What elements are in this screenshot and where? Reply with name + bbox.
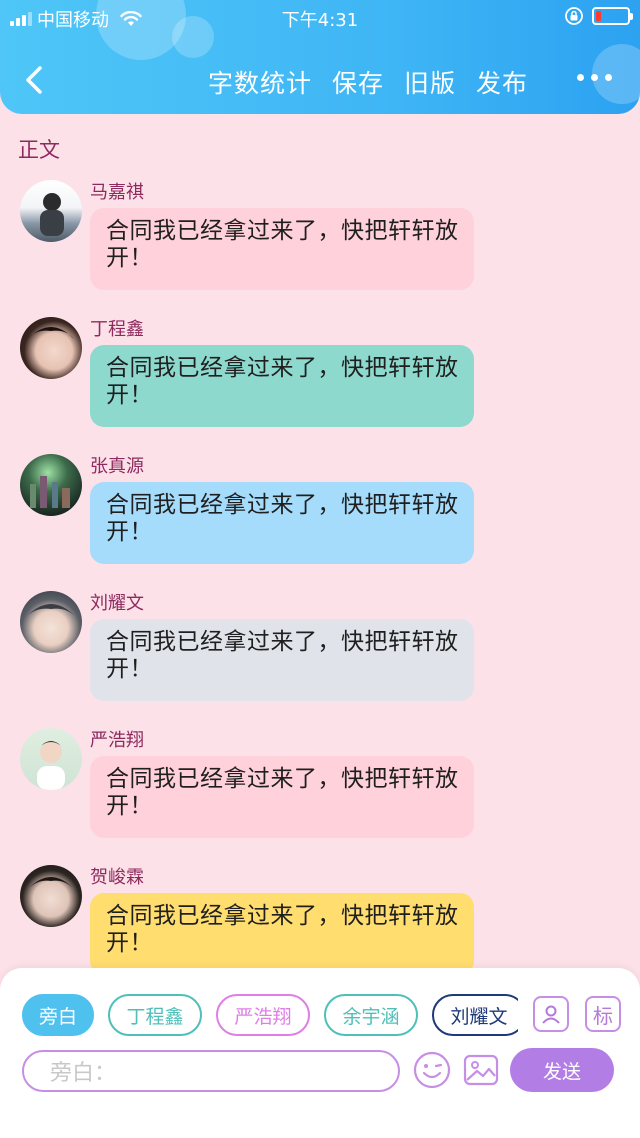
message-bubble[interactable]: 合同我已经拿过来了，快把轩轩放开！: [90, 345, 474, 427]
message-bubble[interactable]: 合同我已经拿过来了，快把轩轩放开！: [90, 619, 474, 701]
save-button[interactable]: 保存: [332, 64, 384, 100]
sender-name: 贺峻霖: [90, 867, 144, 888]
composer-panel: 旁白 丁程鑫 严浩翔 余宇涵 刘耀文 标 旁白： 发送: [0, 968, 640, 1138]
old-version-button[interactable]: 旧版: [404, 64, 456, 100]
sender-name: 马嘉祺: [90, 182, 144, 203]
send-button[interactable]: 发送: [510, 1048, 614, 1092]
message-input[interactable]: 旁白：: [22, 1050, 400, 1092]
avatar[interactable]: [20, 591, 82, 653]
avatar[interactable]: [20, 454, 82, 516]
battery-icon: [592, 7, 633, 25]
avatar[interactable]: [20, 865, 82, 927]
sender-name: 张真源: [90, 456, 144, 477]
sender-name: 严浩翔: [90, 730, 144, 751]
message-bubble[interactable]: 合同我已经拿过来了，快把轩轩放开！: [90, 482, 474, 564]
person-card-icon[interactable]: [533, 996, 569, 1032]
message-bubble[interactable]: 合同我已经拿过来了，快把轩轩放开！: [90, 208, 474, 290]
status-time: 下午4:31: [281, 10, 359, 31]
back-arrow-icon[interactable]: [18, 62, 54, 98]
sender-name: 丁程鑫: [90, 319, 144, 340]
nav-actions: 字数统计 保存 旧版 发布: [208, 64, 528, 100]
message-bubble[interactable]: 合同我已经拿过来了，快把轩轩放开！: [90, 893, 474, 975]
status-bar: 中国移动 下午4:31: [0, 0, 640, 36]
publish-button[interactable]: 发布: [476, 64, 528, 100]
chip-narrator[interactable]: 旁白: [22, 994, 94, 1036]
character-chip-row[interactable]: 旁白 丁程鑫 严浩翔 余宇涵 刘耀文: [22, 994, 518, 1038]
nav-bar: 字数统计 保存 旧版 发布: [0, 52, 640, 108]
status-right: [564, 6, 633, 26]
image-icon[interactable]: [461, 1050, 501, 1090]
lock-rotation-icon: [565, 7, 583, 25]
app-header: 中国移动 下午4:31 字数统计 保存 旧版 发布: [0, 0, 640, 114]
chip-character[interactable]: 刘耀文: [432, 994, 518, 1036]
chip-character[interactable]: 丁程鑫: [108, 994, 202, 1036]
avatar[interactable]: [20, 728, 82, 790]
sender-name: 刘耀文: [90, 593, 144, 614]
tag-icon[interactable]: 标: [585, 996, 621, 1032]
message-bubble[interactable]: 合同我已经拿过来了，快把轩轩放开！: [90, 756, 474, 838]
avatar[interactable]: [20, 317, 82, 379]
chip-character[interactable]: 余宇涵: [324, 994, 418, 1036]
avatar[interactable]: [20, 180, 82, 242]
chip-character[interactable]: 严浩翔: [216, 994, 310, 1036]
word-count-button[interactable]: 字数统计: [208, 64, 312, 100]
more-icon[interactable]: [577, 74, 612, 81]
section-title: 正文: [18, 138, 60, 162]
emoji-icon[interactable]: [412, 1050, 452, 1090]
battery-level: [596, 11, 601, 21]
